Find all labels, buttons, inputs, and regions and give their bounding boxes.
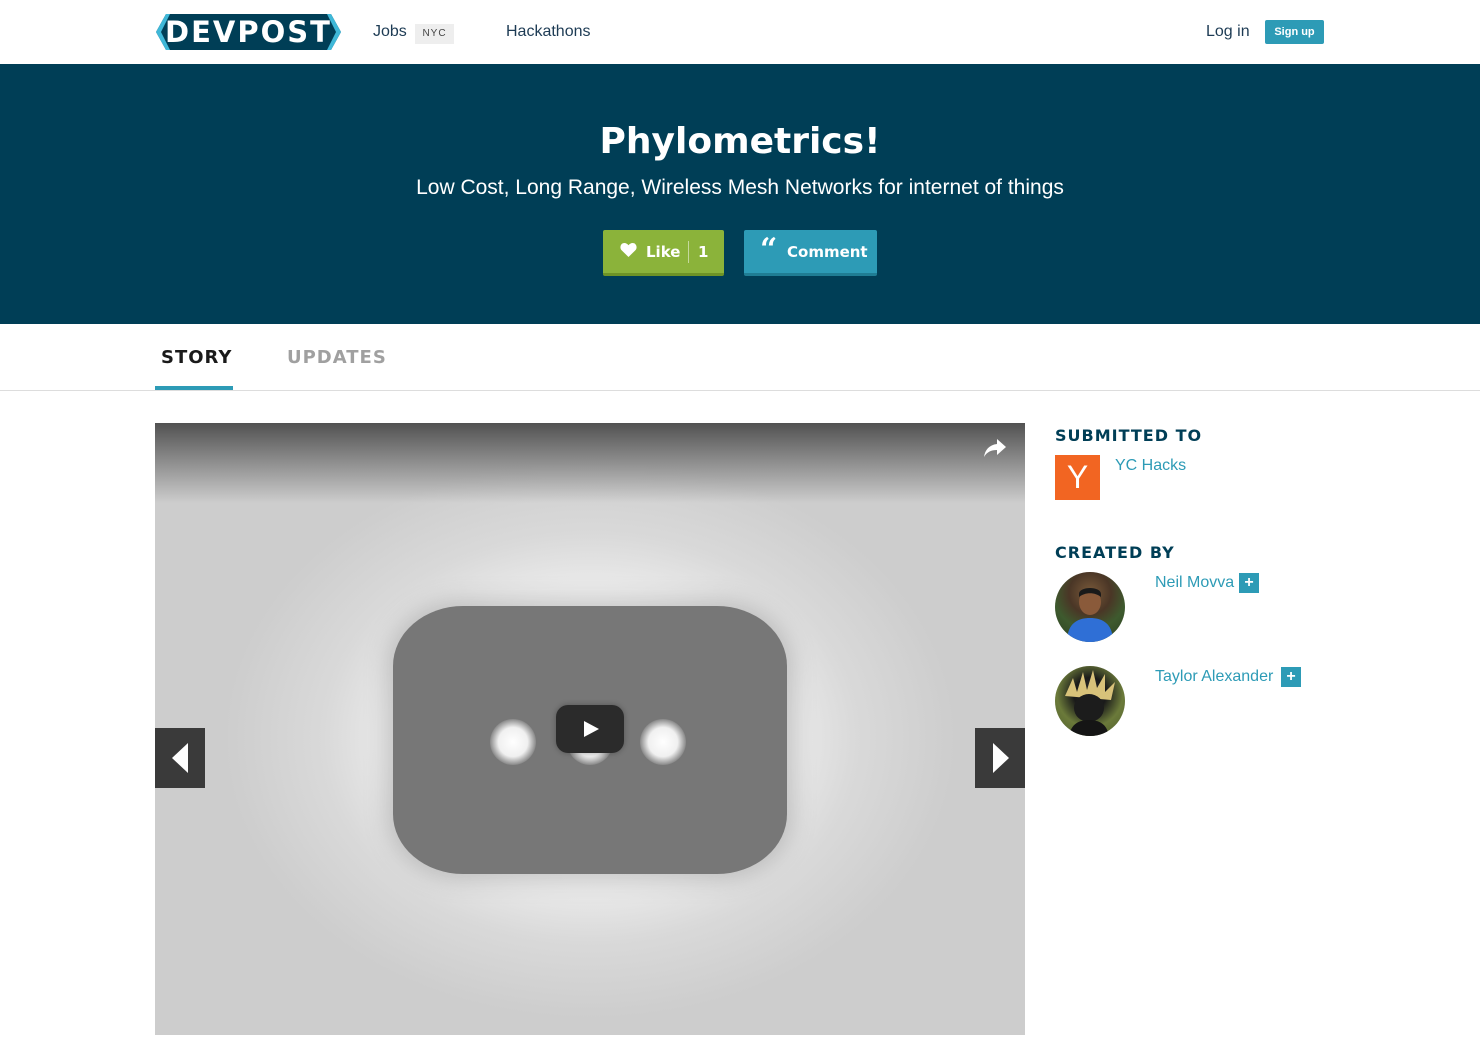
creator-link-neil-movva[interactable]: Neil Movva (1155, 573, 1234, 593)
person-photo-icon (1065, 670, 1115, 736)
tab-updates[interactable]: UPDATES (287, 346, 387, 370)
comment-button[interactable]: “ Comment (744, 230, 877, 276)
project-video-gallery[interactable] (155, 423, 1025, 1035)
play-button[interactable] (556, 705, 624, 753)
hackathon-logo[interactable]: Y (1055, 455, 1100, 500)
devpost-logo[interactable]: DEVPOST (156, 14, 341, 50)
tab-story[interactable]: STORY (161, 346, 232, 370)
nav-hackathons-link[interactable]: Hackathons (506, 22, 591, 42)
logo-text: DEVPOST (165, 15, 332, 49)
play-icon (584, 721, 599, 737)
project-hero: Phylometrics! Low Cost, Long Range, Wire… (0, 64, 1480, 324)
avatar[interactable] (1055, 572, 1125, 642)
quote-icon: “ (760, 232, 778, 267)
like-divider (688, 241, 689, 263)
project-tabs: STORY UPDATES (0, 324, 1480, 391)
jobs-location-badge[interactable]: NYC (415, 24, 454, 44)
gallery-prev-button[interactable] (155, 728, 205, 788)
project-tagline: Low Cost, Long Range, Wireless Mesh Netw… (416, 176, 1064, 199)
like-button[interactable]: Like 1 (603, 230, 724, 276)
video-top-shade (155, 423, 1025, 503)
gallery-next-button[interactable] (975, 728, 1025, 788)
top-navigation: DEVPOST Jobs NYC Hackathons Log in Sign … (0, 0, 1480, 64)
submitted-to-heading: SUBMITTED TO (1055, 426, 1203, 445)
like-label: Like (646, 243, 681, 261)
created-by-heading: CREATED BY (1055, 543, 1175, 562)
plus-icon[interactable]: + (1239, 573, 1259, 593)
hackathon-link[interactable]: YC Hacks (1115, 456, 1186, 476)
avatar[interactable] (1055, 666, 1125, 736)
like-count: 1 (698, 243, 709, 261)
thumbnail-dot (490, 719, 536, 765)
plus-icon[interactable]: + (1281, 667, 1301, 687)
login-link[interactable]: Log in (1206, 22, 1250, 42)
chevron-right-icon (993, 743, 1009, 773)
creator-link-taylor-alexander[interactable]: Taylor Alexander (1155, 667, 1273, 687)
chevron-left-icon (172, 743, 188, 773)
person-photo-icon (1067, 588, 1113, 642)
active-tab-indicator (155, 386, 233, 390)
heart-icon (620, 242, 637, 263)
comment-label: Comment (787, 243, 868, 261)
signup-button[interactable]: Sign up (1265, 20, 1324, 44)
thumbnail-dot (640, 719, 686, 765)
project-title: Phylometrics! (599, 121, 881, 162)
nav-jobs-link[interactable]: Jobs (373, 22, 407, 42)
share-icon[interactable] (982, 437, 1008, 459)
